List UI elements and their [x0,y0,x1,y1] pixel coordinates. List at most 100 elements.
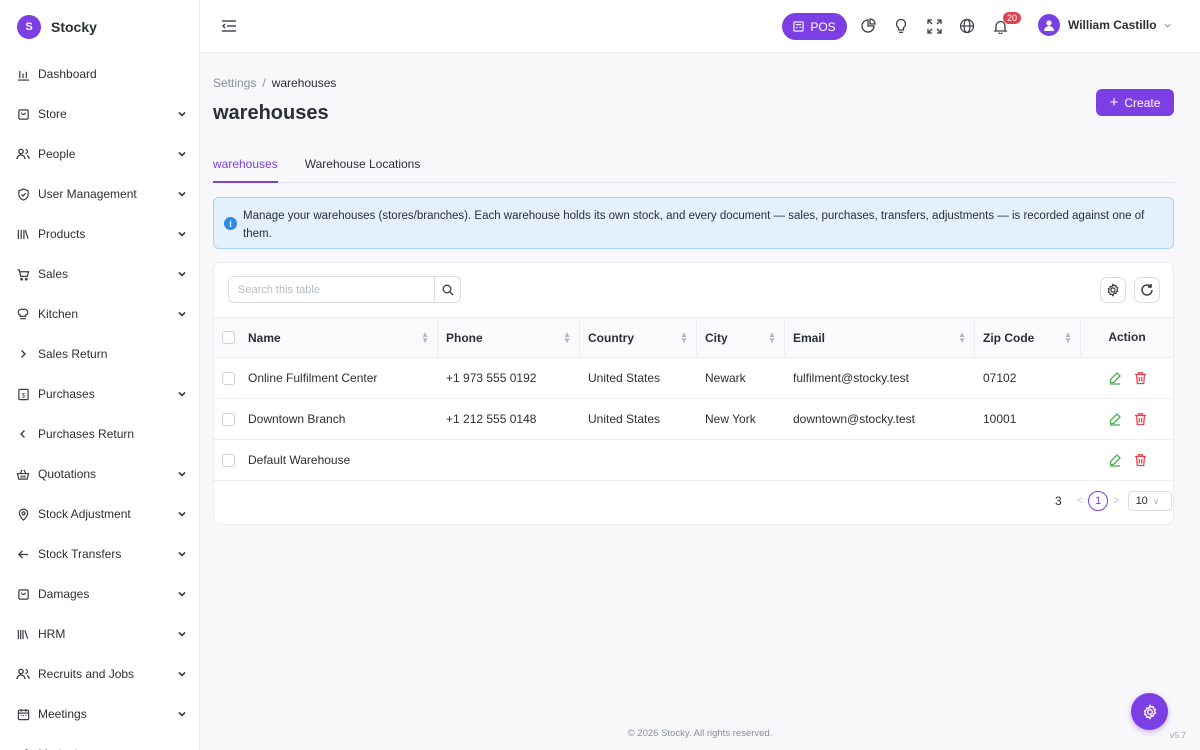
breadcrumb-parent[interactable]: Settings [213,76,256,90]
select-all-checkbox[interactable] [222,331,235,344]
column-header-name[interactable]: Name ▲ ▼ [240,318,438,358]
sidebar-item-purchases-return[interactable]: Purchases Return [0,414,199,454]
column-header-city[interactable]: City ▲ ▼ [697,318,785,358]
refresh-icon[interactable] [1134,277,1160,303]
next-page-icon[interactable]: > [1113,495,1119,507]
sidebar-item-hrm[interactable]: HRM [0,614,199,654]
header-select-all [214,318,240,358]
sidebar-item-label: Purchases Return [38,427,135,441]
pagination: 3 < 1 > 10 ∨ [1055,491,1172,511]
table-header-row: Name ▲ ▼ Phone ▲ ▼ Country ▲ ▼ City ▲ ▼ Email ▲ ▼ … [214,317,1173,358]
table-row[interactable]: Default Warehouse [214,440,1173,481]
row-checkbox[interactable] [222,453,235,467]
sidebar-item-meetings[interactable]: Meetings [0,694,199,734]
tab-warehouse-locations[interactable]: Warehouse Locations [305,151,421,183]
sidebar-item-marketing[interactable]: Marketing [0,734,199,750]
basket-icon [16,467,30,481]
avatar [1038,14,1060,36]
user-menu[interactable]: William Castillo [1038,14,1172,36]
delete-icon[interactable] [1134,412,1147,426]
chevron-right-icon [16,347,30,361]
column-header-zip-code[interactable]: Zip Code ▲ ▼ [975,318,1081,358]
sidebar-item-products[interactable]: Products [0,214,199,254]
sidebar-item-dashboard[interactable]: Dashboard [0,54,199,94]
sort-icon: ▲ ▼ [563,329,571,345]
sidebar-item-purchases[interactable]: $ Purchases [0,374,199,414]
sidebar-item-damages[interactable]: Damages [0,574,199,614]
sidebar-item-kitchen[interactable]: Kitchen [0,294,199,334]
cell-country: United States [588,412,661,426]
pos-icon [793,21,804,32]
sidebar-item-stock-adjustment[interactable]: Stock Adjustment [0,494,199,534]
pos-button[interactable]: POS [782,13,847,40]
sidebar-item-label: Products [38,227,86,241]
plus-icon: + [1109,94,1119,111]
delete-icon[interactable] [1134,453,1147,467]
cell-zip [975,440,1081,481]
column-header-country[interactable]: Country ▲ ▼ [580,318,697,358]
sidebar-nav: Dashboard Store People User Management Produ… [0,53,199,750]
sidebar-item-label: Dashboard [38,67,97,81]
chevron-down-icon [178,551,186,557]
edit-icon[interactable] [1108,453,1122,467]
edit-icon[interactable] [1108,412,1122,426]
sidebar-item-label: Sales [38,267,69,281]
prev-page-icon[interactable]: < [1077,495,1083,507]
cart-icon [16,267,30,281]
sidebar-item-label: Recruits and Jobs [38,667,135,681]
chevron-down-icon [178,671,186,677]
sidebar-item-sales[interactable]: Sales [0,254,199,294]
fullscreen-icon[interactable] [924,16,944,36]
cell-phone [438,440,580,481]
lightbulb-icon[interactable] [891,16,911,36]
cell-city [697,440,785,481]
cell-phone: +1 212 555 0148 [446,412,537,426]
sidebar-item-label: Store [38,107,67,121]
column-header-action: Action [1108,330,1146,344]
sidebar-item-quotations[interactable]: Quotations [0,454,199,494]
edit-icon[interactable] [1108,371,1122,385]
column-header-phone[interactable]: Phone ▲ ▼ [438,318,580,358]
sidebar-item-sales-return[interactable]: Sales Return [0,334,199,374]
brand-logo: S [17,14,41,39]
create-button[interactable]: + Create [1096,89,1174,116]
column-header-email[interactable]: Email ▲ ▼ [785,318,975,358]
settings-fab-gear-icon[interactable] [1131,693,1168,730]
cell-name: Online Fulfilment Center [248,371,378,385]
sidebar-item-stock-transfers[interactable]: Stock Transfers [0,534,199,574]
sidebar-item-people[interactable]: People [0,134,199,174]
bag-icon [16,107,30,121]
delete-icon[interactable] [1134,371,1147,385]
bag-icon [16,587,30,601]
table-settings-gear-icon[interactable] [1100,277,1126,303]
row-checkbox[interactable] [222,412,235,426]
chevron-down-icon [178,151,186,157]
search-icon[interactable] [434,277,460,302]
table-row[interactable]: Online Fulfilment Center +1 973 555 0192 U… [214,358,1173,399]
bar-chart-icon [16,67,30,81]
sidebar-item-user-management[interactable]: User Management [0,174,199,214]
tab-warehouses[interactable]: warehouses [213,151,278,183]
library-icon [16,627,30,641]
users-icon [16,147,30,161]
brand[interactable]: S Stocky [0,0,199,53]
globe-icon[interactable] [957,16,977,36]
warehouses-table-card: Name▲▼ Phone▲▼ Country▲▼ City▲▼ Email▲▼ … [213,262,1174,525]
page-size-select[interactable]: 10 ∨ [1127,491,1172,511]
sidebar-item-store[interactable]: Store [0,94,199,134]
chevron-down-icon [178,391,186,397]
row-checkbox[interactable] [222,371,235,385]
chef-hat-icon [16,307,30,321]
search-input[interactable] [229,277,434,302]
cell-email: downtown@stocky.test [793,412,916,426]
cell-zip: 10001 [983,412,1017,426]
sidebar-item-label: Stock Adjustment [38,507,131,521]
page-button[interactable]: 1 [1088,491,1109,511]
breadcrumb-separator: / [262,76,266,90]
pie-chart-icon[interactable] [858,16,878,36]
sidebar-item-recruits-and-jobs[interactable]: Recruits and Jobs [0,654,199,694]
cell-country: United States [588,371,661,385]
table-row[interactable]: Downtown Branch +1 212 555 0148 United Sta… [214,399,1173,440]
menu-toggle-icon[interactable] [220,17,238,35]
sidebar-item-label: Sales Return [38,347,108,361]
